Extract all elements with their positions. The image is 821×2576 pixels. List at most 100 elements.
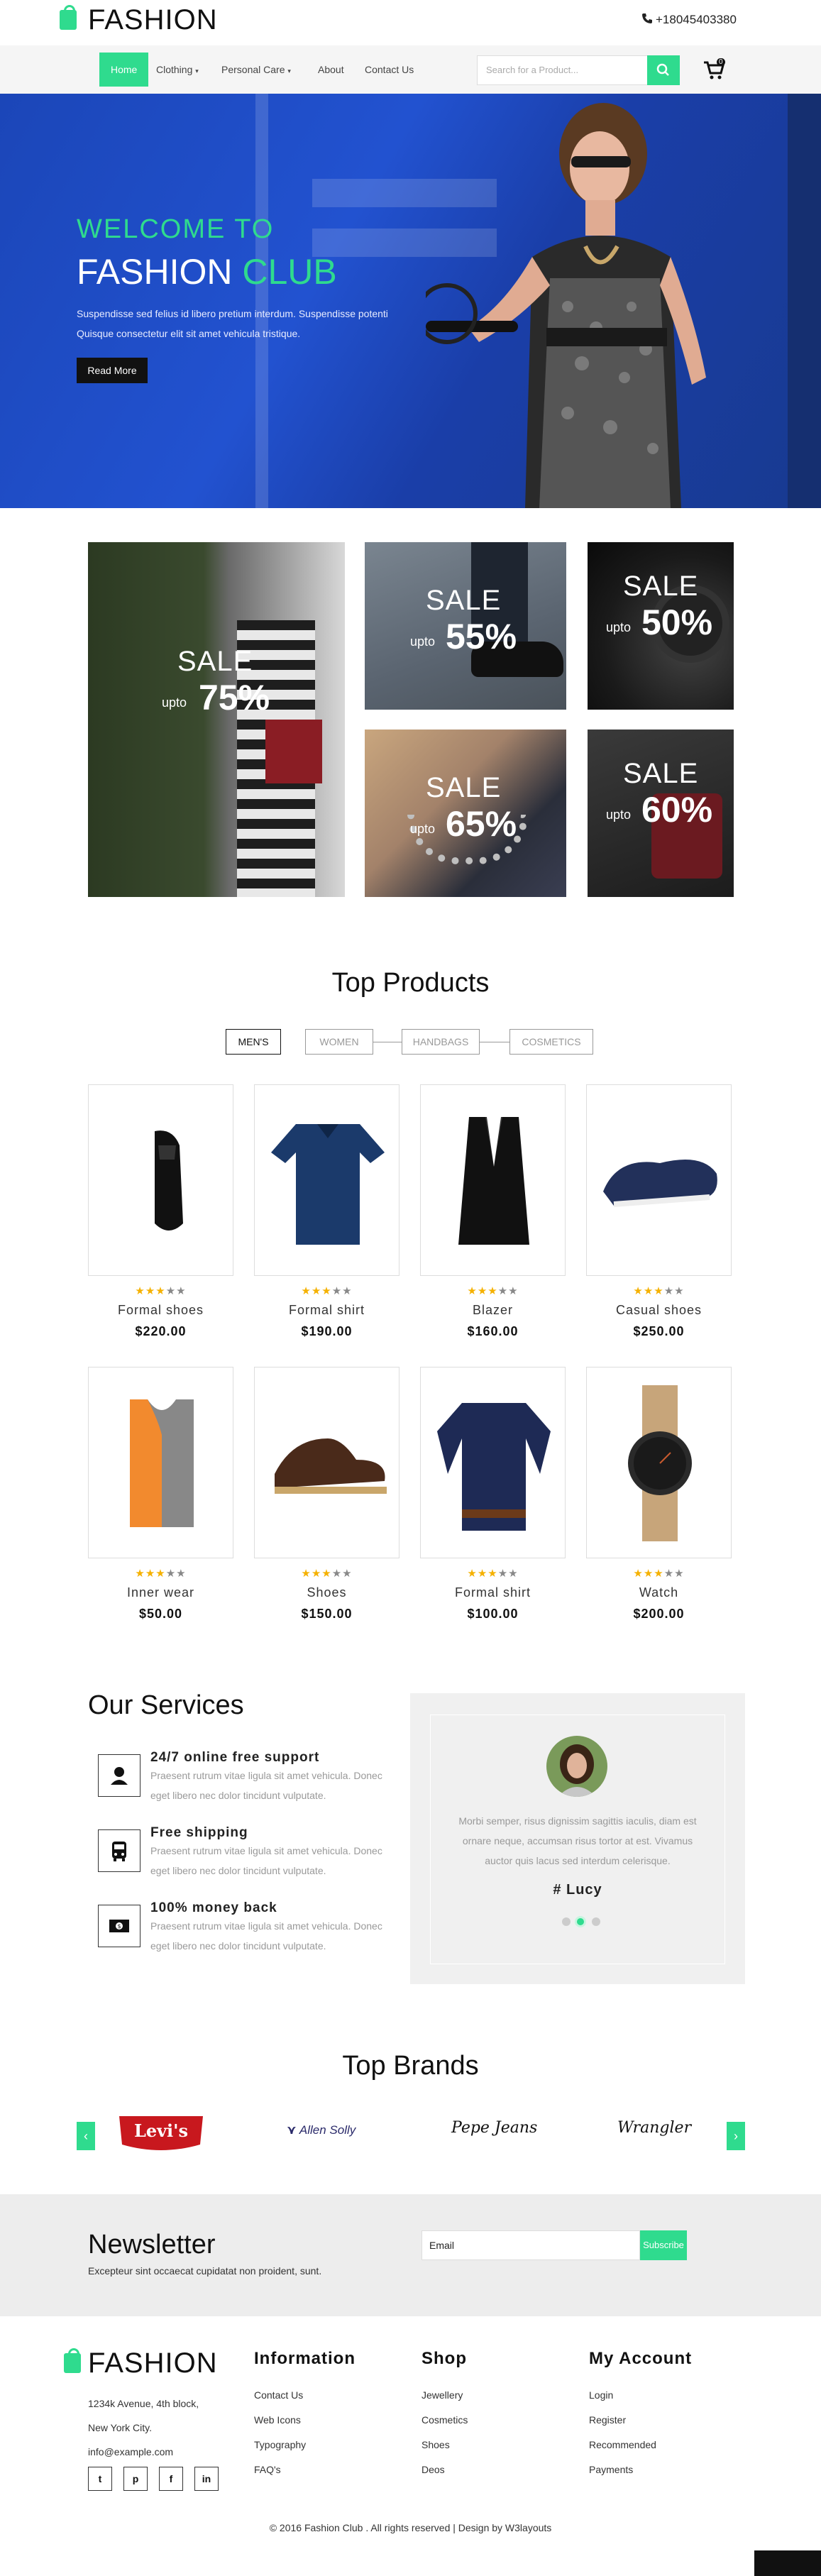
product-name[interactable]: Blazer	[420, 1303, 566, 1318]
brands-prev-button[interactable]: ‹	[77, 2122, 95, 2150]
product-image[interactable]	[89, 1367, 233, 1558]
product-name[interactable]: Formal shoes	[88, 1303, 233, 1318]
service-title: 100% money back	[150, 1900, 277, 1915]
star-empty-icon: ★	[176, 1285, 187, 1297]
star-filled-icon: ★	[654, 1285, 664, 1297]
sale-tile-65[interactable]: SALE upto 65%	[365, 730, 566, 897]
product-name[interactable]: Formal shirt	[420, 1585, 566, 1600]
nav-clothing-label: Clothing	[156, 64, 193, 75]
tab-women[interactable]: WOMEN	[305, 1029, 373, 1055]
product-name[interactable]: Formal shirt	[254, 1303, 400, 1318]
sale-tile-55[interactable]: SALE upto 55%	[365, 542, 566, 710]
tile-percent: 65%	[446, 804, 517, 844]
product-image[interactable]	[421, 1367, 565, 1558]
product-price: $200.00	[633, 1607, 685, 1621]
address-line: New York City.	[88, 2422, 152, 2433]
pinterest-icon[interactable]: p	[123, 2467, 148, 2491]
sale-tile-50[interactable]: SALE upto 50%	[588, 542, 734, 710]
nav-personal-care[interactable]: Personal Care ▾	[221, 53, 291, 87]
sale-tile-75[interactable]: SALE upto 75%	[88, 542, 345, 897]
product-name[interactable]: Shoes	[254, 1585, 400, 1600]
footer-link[interactable]: Typography	[254, 2433, 306, 2457]
star-empty-icon: ★	[674, 1285, 685, 1297]
footer-link[interactable]: Shoes	[421, 2433, 468, 2457]
product-price: $160.00	[467, 1324, 519, 1338]
product-card[interactable]	[254, 1084, 400, 1276]
nav-about[interactable]: About	[318, 53, 344, 87]
product-image[interactable]	[587, 1367, 731, 1558]
footer-link[interactable]: Web Icons	[254, 2408, 306, 2433]
brands-next-button[interactable]: ›	[727, 2122, 745, 2150]
product-card[interactable]	[586, 1084, 732, 1276]
product-card[interactable]	[420, 1367, 566, 1558]
tab-handbags[interactable]: HANDBAGS	[402, 1029, 480, 1055]
star-filled-icon: ★	[145, 1285, 156, 1297]
facebook-icon[interactable]: f	[159, 2467, 183, 2491]
product-image[interactable]	[255, 1367, 399, 1558]
site-logo[interactable]: FASHION	[88, 4, 218, 36]
footer-link[interactable]: Deos	[421, 2457, 468, 2482]
star-filled-icon: ★	[487, 1568, 498, 1580]
nav-clothing[interactable]: Clothing ▾	[156, 53, 199, 87]
footer-logo[interactable]: FASHION	[88, 2347, 218, 2379]
cart-button[interactable]: 0	[702, 58, 727, 81]
nav-home[interactable]: Home	[99, 53, 149, 87]
linkedin-icon[interactable]: in	[194, 2467, 219, 2491]
star-filled-icon: ★	[643, 1568, 654, 1580]
service-desc-line: Praesent rutrum vitae ligula sit amet ve…	[150, 1920, 382, 1932]
search-button[interactable]	[647, 55, 680, 85]
brand-pepe-jeans[interactable]: Pepe Jeans	[451, 2119, 539, 2147]
read-more-button[interactable]: Read More	[77, 358, 148, 383]
product-card[interactable]	[254, 1367, 400, 1558]
star-filled-icon: ★	[477, 1568, 488, 1580]
product-image[interactable]	[89, 1085, 233, 1275]
product-card[interactable]	[88, 1367, 233, 1558]
rating-stars: ★★★★★	[420, 1567, 566, 1580]
tab-cosmetics[interactable]: COSMETICS	[509, 1029, 593, 1055]
nav-contact[interactable]: Contact Us	[365, 53, 414, 87]
tile-upto-label: upto	[162, 695, 187, 710]
star-empty-icon: ★	[342, 1285, 353, 1297]
star-empty-icon: ★	[342, 1568, 353, 1580]
product-card[interactable]	[420, 1084, 566, 1276]
rating-stars: ★★★★★	[254, 1567, 400, 1580]
star-filled-icon: ★	[155, 1285, 166, 1297]
product-card[interactable]	[88, 1084, 233, 1276]
star-filled-icon: ★	[633, 1285, 644, 1297]
carousel-dot[interactable]	[562, 1917, 571, 1926]
product-image[interactable]	[587, 1085, 731, 1275]
footer-link[interactable]: Login	[589, 2383, 656, 2408]
footer-link[interactable]: FAQ's	[254, 2457, 306, 2482]
star-filled-icon: ★	[487, 1285, 498, 1297]
footer-address: 1234k Avenue, 4th block, New York City. …	[88, 2391, 199, 2464]
footer-link[interactable]: Payments	[589, 2457, 656, 2482]
footer-email[interactable]: info@example.com	[88, 2440, 199, 2464]
carousel-dot-active[interactable]	[575, 1916, 586, 1927]
rating-stars: ★★★★★	[586, 1567, 732, 1580]
brand-allen-solly[interactable]: ⋎ Allen Solly	[287, 2123, 383, 2145]
product-name[interactable]: Inner wear	[88, 1585, 233, 1600]
tab-mens[interactable]: MEN'S	[226, 1029, 281, 1055]
footer-link[interactable]: Jewellery	[421, 2383, 468, 2408]
brand-levis[interactable]: Levi's	[116, 2113, 206, 2154]
star-filled-icon: ★	[467, 1568, 478, 1580]
search-input[interactable]: Search for a Product...	[477, 55, 651, 85]
product-name[interactable]: Watch	[586, 1585, 732, 1600]
email-field[interactable]: Email	[421, 2230, 640, 2260]
product-name[interactable]: Casual shoes	[586, 1303, 732, 1318]
footer-link[interactable]: Contact Us	[254, 2383, 306, 2408]
footer-link[interactable]: Register	[589, 2408, 656, 2433]
service-desc-line: eget libero nec dolor tincidunt vulputat…	[150, 1790, 326, 1801]
brand-wrangler[interactable]: Wrangler	[617, 2119, 702, 2147]
footer-link[interactable]: Recommended	[589, 2433, 656, 2457]
product-image[interactable]	[421, 1085, 565, 1275]
twitter-icon[interactable]: t	[88, 2467, 112, 2491]
product-card[interactable]	[586, 1367, 732, 1558]
footer-link[interactable]: Cosmetics	[421, 2408, 468, 2433]
product-price: $250.00	[633, 1324, 685, 1338]
cart-count: 0	[717, 58, 725, 66]
product-image[interactable]	[255, 1085, 399, 1275]
carousel-dot[interactable]	[592, 1917, 600, 1926]
sale-tile-60[interactable]: SALE upto 60%	[588, 730, 734, 897]
subscribe-button[interactable]: Subscribe	[640, 2230, 687, 2260]
